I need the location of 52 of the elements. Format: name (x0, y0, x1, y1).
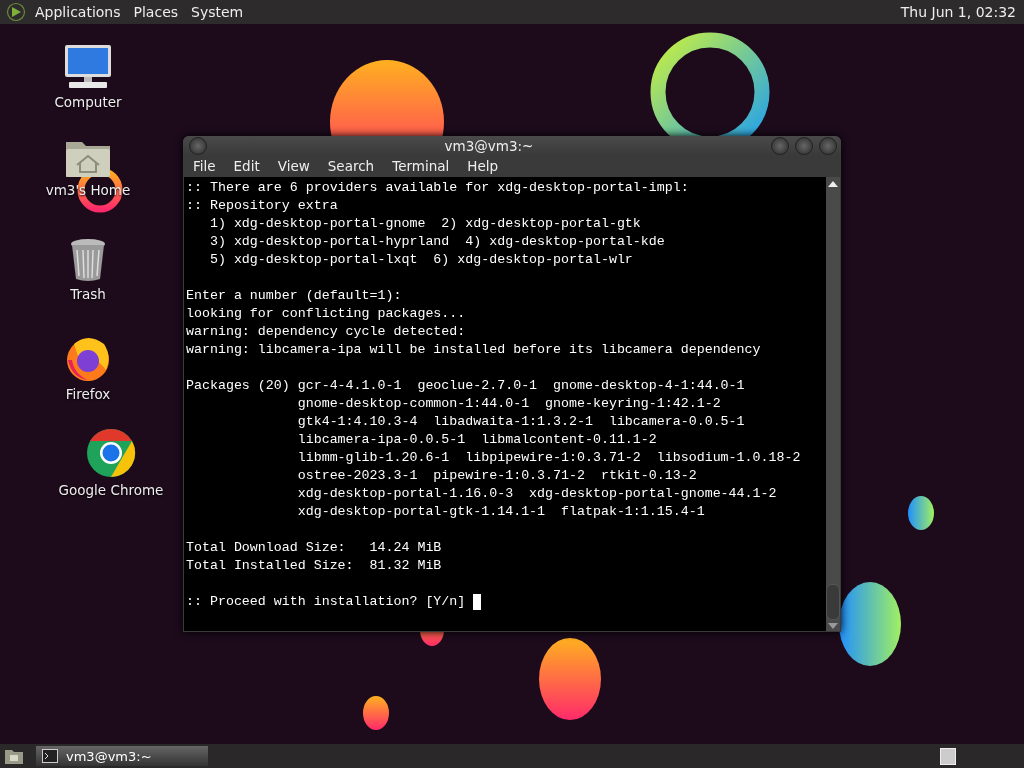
window-menu-button[interactable] (189, 136, 207, 155)
menu-item[interactable]: Help (461, 155, 505, 177)
terminal-icon (42, 749, 58, 763)
terminal-line: libmm-glib-1.20.6-1 libpipewire-1:0.3.71-2 libsodium-1.0.18-2 (296, 449, 801, 467)
terminal-line: gtk4-1:4.10.3-4 libadwaita-1:1.3.2-1 libcamera-0.0.5-1 (296, 413, 745, 431)
computer-icon[interactable] (63, 44, 113, 90)
maximize-button[interactable] (795, 136, 813, 155)
scroll-up-icon[interactable] (828, 181, 838, 187)
terminal-line: 3) xdg-desktop-portal-hyprland 4) xdg-desktop-portal-kde (208, 233, 665, 251)
panel-menu[interactable]: Places (133, 4, 179, 20)
panel-menu[interactable]: Applications (35, 4, 121, 20)
terminal-line: xdg-desktop-portal-1.16.0-3 xdg-desktop-portal-gnome-44.1-2 (296, 485, 777, 503)
clock[interactable]: Thu Jun 1, 02:32 (900, 4, 1016, 20)
scrollbar[interactable] (826, 177, 840, 631)
show-desktop-icon[interactable] (4, 747, 24, 765)
trash-icon[interactable] (69, 238, 107, 282)
desktop-icon-label[interactable]: Firefox (65, 386, 111, 402)
workspace-switcher[interactable] (940, 747, 956, 765)
menu-item[interactable]: Terminal (386, 155, 456, 177)
terminal-line: :: Proceed with installation? [Y/n] (186, 593, 467, 611)
menu-item[interactable]: File (187, 155, 222, 177)
terminal-line: warning: libcamera-ipa will be installed before its libcamera dependency (186, 341, 761, 359)
minimize-button[interactable] (771, 136, 789, 155)
terminal-line: warning: dependency cycle detected: (186, 323, 466, 341)
text-cursor (473, 594, 482, 610)
terminal-line: :: There are 6 providers available for xdg-desktop-portal-impl: (186, 179, 689, 197)
panel-menu[interactable]: System (191, 4, 244, 20)
menu-item[interactable]: Search (321, 155, 381, 177)
terminal-line: 5) xdg-desktop-portal-lxqt 6) xdg-desktop-portal-wlr (208, 251, 633, 269)
window-title: vm3@vm3:~ (444, 137, 534, 154)
menu-item[interactable]: View (271, 155, 316, 177)
scroll-thumb[interactable] (826, 584, 840, 620)
terminal-line: :: Repository extra (186, 197, 338, 215)
desktop-icon-label[interactable]: Trash (70, 286, 106, 302)
terminal-line: Total Download Size: 14.24 MiB (186, 539, 442, 557)
terminal-line: gnome-desktop-common-1:44.0-1 gnome-keyring-1:42.1-2 (296, 395, 721, 413)
close-button[interactable] (819, 136, 837, 155)
terminal-line: libcamera-ipa-0.0.5-1 libmalcontent-0.11.1-2 (296, 431, 657, 449)
terminal-line: 1) xdg-desktop-portal-gnome 2) xdg-desktop-portal-gtk (208, 215, 641, 233)
terminal-line: Enter a number (default=1): (186, 287, 402, 305)
desktop-icon-label[interactable]: Google Chrome (58, 482, 164, 498)
terminal-line: xdg-desktop-portal-gtk-1.14.1-1 flatpak-1:1.15.4-1 (296, 503, 705, 521)
desktop-icon-label[interactable]: Computer (54, 94, 122, 110)
chrome-icon[interactable] (86, 428, 136, 478)
terminal-line: Total Installed Size: 81.32 MiB (186, 557, 442, 575)
terminal-line: Packages (20) gcr-4-4.1.0-1 geoclue-2.7.0-1 gnome-desktop-4-1:44.0-1 (186, 377, 745, 395)
taskbar-button[interactable]: vm3@vm3:~ (36, 746, 208, 766)
menu-item[interactable]: Edit (227, 155, 266, 177)
terminal-line: looking for conflicting packages... (186, 305, 466, 323)
menu-logo-icon[interactable] (6, 2, 26, 22)
terminal-line: ostree-2023.3-1 pipewire-1:0.3.71-2 rtkit-0.13-2 (296, 467, 697, 485)
scroll-down-icon[interactable] (828, 623, 838, 629)
